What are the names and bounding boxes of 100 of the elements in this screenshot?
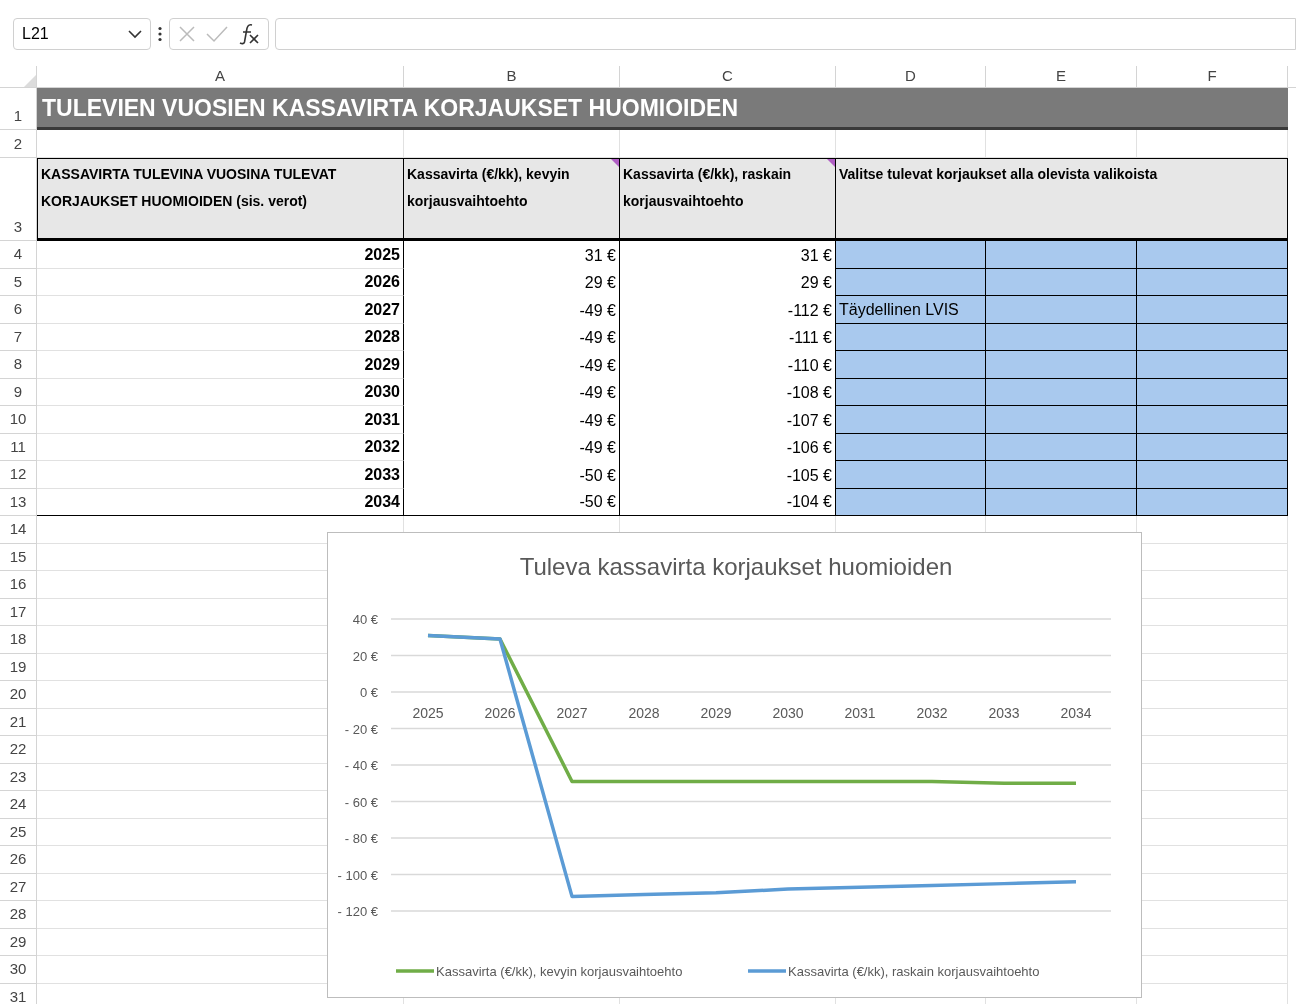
row-header[interactable]: 5	[0, 268, 37, 296]
row-header[interactable]: 28	[0, 901, 37, 929]
dropdown-cell[interactable]	[986, 241, 1137, 269]
function-icon[interactable]	[238, 23, 260, 45]
column-header[interactable]: A	[37, 66, 404, 87]
axis-label: 2025	[412, 705, 444, 721]
dropdown-cell[interactable]	[836, 323, 986, 351]
row-header[interactable]: 26	[0, 846, 37, 874]
dropdown-cell[interactable]	[836, 433, 986, 461]
dropdown-cell[interactable]	[836, 351, 986, 379]
dropdown-cell[interactable]	[1137, 241, 1288, 269]
dropdown-cell[interactable]	[986, 296, 1137, 324]
axis-label: 2028	[628, 705, 660, 721]
formula-input[interactable]	[275, 18, 1296, 50]
year-cell-text: 2032	[364, 437, 400, 457]
year-cell-text: 2027	[364, 299, 400, 320]
dropdown-cell[interactable]: Täydellinen LVIS	[836, 296, 986, 324]
dropdown-cell[interactable]	[1137, 296, 1288, 324]
axis-label: 20 €	[352, 648, 378, 664]
dropdown-cell[interactable]	[986, 461, 1137, 489]
axis-label: 2027	[556, 705, 588, 721]
dropdown-cell[interactable]	[986, 406, 1137, 434]
dropdown-cell[interactable]	[986, 488, 1137, 516]
cell-reference: L21	[22, 24, 49, 44]
dropdown-cell[interactable]	[836, 406, 986, 434]
dropdown-cell[interactable]	[1137, 351, 1288, 379]
dropdown-cell[interactable]	[1137, 323, 1288, 351]
axis-label: - 80 €	[344, 831, 378, 846]
column-header[interactable]: E	[986, 66, 1137, 87]
column-header[interactable]: C	[620, 66, 836, 87]
row-header[interactable]: 13	[0, 488, 37, 516]
column-header[interactable]: D	[836, 66, 986, 87]
row-header[interactable]: 11	[0, 433, 37, 461]
row-header[interactable]: 20	[0, 681, 37, 709]
row-header[interactable]: 8	[0, 351, 37, 379]
row-header[interactable]: 17	[0, 598, 37, 626]
column-heading: Kassavirta (€/kk), kevyin korjausvaihtoehto	[407, 165, 571, 211]
year-cell-text: 2030	[364, 382, 400, 402]
column-header[interactable]: B	[404, 66, 620, 87]
axis-label: 2029	[700, 705, 732, 721]
value-cell-text: 29 €	[800, 273, 832, 293]
dropdown-cell[interactable]	[836, 488, 986, 516]
axis-label: 40 €	[352, 612, 378, 627]
axis-label: 2026	[484, 705, 516, 721]
row-header[interactable]: 14	[0, 516, 37, 544]
row-header[interactable]: 29	[0, 928, 37, 956]
dropdown-cell[interactable]	[1137, 378, 1288, 406]
row-header[interactable]: 27	[0, 873, 37, 901]
more-options-icon[interactable]	[157, 26, 163, 42]
column-header[interactable]: F	[1137, 66, 1288, 87]
row-header[interactable]: 30	[0, 956, 37, 984]
row-header[interactable]: 19	[0, 653, 37, 681]
row-header[interactable]: 18	[0, 626, 37, 654]
dropdown-cell[interactable]	[986, 323, 1137, 351]
dropdown-cell[interactable]	[986, 268, 1137, 296]
year-cell-text: 2033	[364, 464, 400, 485]
dropdown-cell[interactable]	[1137, 268, 1288, 296]
column-heading: Valitse tulevat korjaukset alla olevista valikoista	[839, 165, 1159, 184]
row-header[interactable]: 4	[0, 241, 37, 269]
value-cell-text: -49 €	[579, 410, 616, 431]
legend-label: Kassavirta (€/kk), raskain korjausvaihtoehto	[788, 964, 1040, 979]
dropdown-cell[interactable]	[1137, 433, 1288, 461]
column-heading: KASSAVIRTA TULEVINA VUOSINA TULEVAT KORJAUKSET HUOMIOIDEN (sis. verot)	[41, 165, 338, 211]
year-cell-text: 2028	[364, 327, 400, 347]
check-icon[interactable]	[206, 25, 228, 43]
row-header[interactable]: 22	[0, 736, 37, 764]
dropdown-cell[interactable]	[986, 378, 1137, 406]
dropdown-cell[interactable]	[1137, 406, 1288, 434]
axis-label: - 120 €	[337, 904, 378, 919]
row-header[interactable]: 25	[0, 818, 37, 846]
value-cell-text: -49 €	[579, 383, 616, 403]
dropdown-caret-icon[interactable]	[128, 29, 142, 39]
dropdown-cell[interactable]	[986, 433, 1137, 461]
row-header[interactable]: 31	[0, 983, 37, 1004]
dropdown-cell[interactable]	[836, 461, 986, 489]
row-header[interactable]: 16	[0, 571, 37, 599]
row-header[interactable]: 15	[0, 543, 37, 571]
row-header[interactable]: 10	[0, 406, 37, 434]
row-header[interactable]: 12	[0, 461, 37, 489]
row-header[interactable]: 2	[0, 130, 37, 158]
row-header[interactable]: 24	[0, 791, 37, 819]
row-header[interactable]: 21	[0, 708, 37, 736]
axis-label: 0 €	[359, 685, 378, 700]
row-header[interactable]: 7	[0, 323, 37, 351]
axis-label: - 40 €	[344, 758, 378, 773]
row-header[interactable]: 6	[0, 296, 37, 324]
dropdown-cell[interactable]	[1137, 461, 1288, 489]
name-box[interactable]: L21	[13, 18, 151, 50]
year-cell-text: 2031	[364, 409, 400, 430]
row-header[interactable]: 9	[0, 378, 37, 406]
column-heading: Kassavirta (€/kk), raskain korjausvaihtoehto	[623, 165, 793, 211]
dropdown-cell[interactable]	[836, 378, 986, 406]
axis-label: - 100 €	[337, 867, 378, 883]
value-cell-text: -49 €	[579, 355, 616, 376]
dropdown-cell[interactable]	[836, 268, 986, 296]
dropdown-cell[interactable]	[986, 351, 1137, 379]
dropdown-cell[interactable]	[1137, 488, 1288, 516]
row-header[interactable]: 23	[0, 763, 37, 791]
dropdown-cell[interactable]	[836, 241, 986, 269]
value-cell-text: -110 €	[787, 355, 832, 376]
